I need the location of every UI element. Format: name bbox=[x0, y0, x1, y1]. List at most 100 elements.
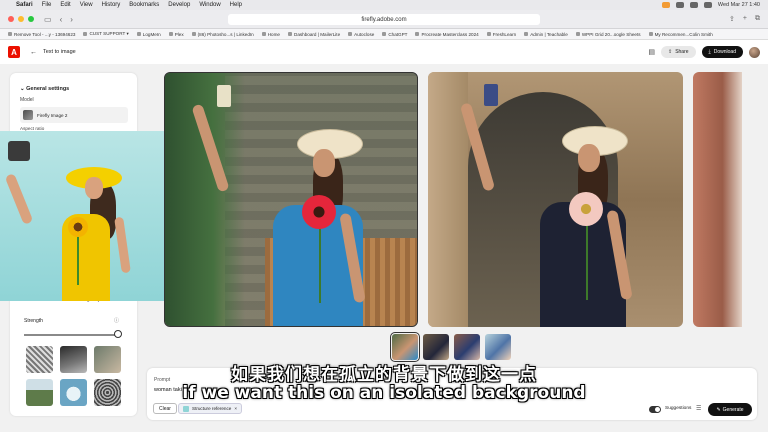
camera-shape bbox=[8, 141, 30, 161]
back-to-text-to-image[interactable]: Text to image bbox=[43, 49, 76, 55]
bookmark-item[interactable]: Procreate Masterclass 2024 bbox=[415, 32, 479, 37]
info-icon[interactable]: ⓘ bbox=[114, 317, 119, 324]
feedback-icon[interactable]: ▤ bbox=[648, 48, 655, 56]
reference-thumbnail bbox=[183, 405, 189, 412]
model-label: Model bbox=[20, 97, 34, 103]
model-select[interactable]: Firefly Image 2 bbox=[20, 107, 128, 123]
menu-safari[interactable]: Safari bbox=[16, 2, 33, 8]
bookmark-item[interactable]: Plex bbox=[168, 32, 184, 37]
menu-edit[interactable]: Edit bbox=[60, 2, 70, 8]
figure-face bbox=[578, 144, 600, 172]
generate-label: Generate bbox=[722, 406, 744, 413]
header-actions: ▤ ⇪ Share ⤓ Download bbox=[648, 46, 760, 58]
general-settings-title: General settings bbox=[26, 86, 70, 92]
close-window-button[interactable] bbox=[8, 16, 14, 22]
figure-arm bbox=[4, 173, 34, 225]
status-icon[interactable] bbox=[675, 2, 684, 8]
bookmark-item[interactable]: CUST SUPPORT ▾ bbox=[83, 31, 129, 37]
url-text: firefly.adobe.com bbox=[361, 16, 407, 23]
phone-shape bbox=[484, 84, 498, 106]
strength-slider-handle[interactable] bbox=[114, 330, 122, 338]
menu-help[interactable]: Help bbox=[230, 2, 242, 8]
address-bar[interactable]: firefly.adobe.com bbox=[228, 14, 540, 25]
zoom-window-button[interactable] bbox=[28, 16, 34, 22]
model-value: Firefly Image 2 bbox=[37, 112, 68, 118]
strength-slider[interactable] bbox=[24, 334, 118, 336]
download-icon: ⤓ bbox=[708, 49, 711, 55]
bookmark-item[interactable]: Remove Tool - ...y - 13694623 bbox=[8, 32, 75, 37]
structure-reference-preview bbox=[0, 131, 189, 301]
avatar[interactable] bbox=[749, 46, 760, 58]
structure-reference-chip[interactable]: Structure reference × bbox=[178, 403, 243, 414]
adobe-logo-icon[interactable]: A bbox=[8, 46, 20, 58]
sunflower bbox=[68, 217, 88, 237]
settings-sliders-icon[interactable]: ☰ bbox=[696, 405, 701, 412]
status-icon[interactable] bbox=[689, 2, 698, 8]
back-arrow-icon[interactable]: ‹ bbox=[60, 15, 63, 24]
download-button[interactable]: ⤓ Download bbox=[701, 46, 743, 58]
bookmark-item[interactable]: My Recommen...Colin Smith bbox=[648, 32, 713, 37]
share-button[interactable]: ⇪ Share bbox=[660, 46, 696, 58]
bookmarks-bar: Remove Tool - ...y - 13694623 CUST SUPPO… bbox=[0, 29, 768, 40]
wifi-icon[interactable] bbox=[703, 2, 712, 8]
menu-view[interactable]: View bbox=[80, 2, 93, 8]
back-arrow-icon[interactable]: ← bbox=[30, 49, 37, 56]
menubar-clock[interactable]: Wed Mar 27 1:40 bbox=[718, 2, 760, 8]
figure-arm bbox=[114, 216, 131, 274]
variation-thumbnail-1[interactable] bbox=[390, 332, 420, 362]
strength-label: Strength bbox=[24, 318, 43, 324]
generate-icon: ✎ bbox=[716, 406, 721, 413]
menu-window[interactable]: Window bbox=[199, 2, 220, 8]
structure-reference-label: Structure reference bbox=[192, 406, 232, 411]
model-thumbnail bbox=[23, 110, 33, 120]
browser-toolbar: ▭ ‹ › firefly.adobe.com ⇪ + ⧉ bbox=[0, 10, 768, 29]
suggestions-label: Suggestions bbox=[665, 406, 692, 411]
bookmark-item[interactable]: ChatGPT bbox=[382, 32, 407, 37]
clear-button[interactable]: Clear bbox=[153, 403, 177, 414]
bookmark-item[interactable]: Admin | Teachable bbox=[524, 32, 568, 37]
bookmark-item[interactable]: LogMeIn bbox=[136, 32, 161, 37]
bookmark-item[interactable]: Autoclose bbox=[348, 32, 374, 37]
forward-arrow-icon[interactable]: › bbox=[70, 15, 73, 24]
variation-thumbnail-3[interactable] bbox=[454, 334, 480, 360]
download-label: Download bbox=[713, 49, 736, 55]
bookmark-item[interactable]: Home bbox=[261, 32, 280, 37]
menu-history[interactable]: History bbox=[102, 2, 121, 8]
generated-image-3[interactable] bbox=[693, 72, 742, 327]
subtitle-chinese: 如果我们想在孤立的背景下做到这一点 bbox=[231, 365, 537, 385]
share-label: Share bbox=[675, 49, 689, 55]
app-header: A ← Text to image ▤ ⇪ Share ⤓ Download bbox=[0, 40, 768, 64]
close-icon[interactable]: × bbox=[234, 406, 237, 411]
share-icon: ⇪ bbox=[667, 49, 673, 55]
generate-button[interactable]: ✎ Generate bbox=[708, 403, 752, 416]
bookmark-item[interactable]: WPPI Grid 20...oogle Sheets bbox=[575, 32, 641, 37]
bookmark-item[interactable]: Dashboard | MailerLite bbox=[288, 32, 340, 37]
general-settings-toggle[interactable]: ⌄ General settings bbox=[20, 86, 69, 92]
subtitle-english: if we want this on an isolated backgroun… bbox=[182, 383, 586, 403]
figure-face bbox=[313, 149, 335, 177]
status-app-icon[interactable] bbox=[661, 2, 670, 8]
gerbera-flower bbox=[569, 192, 603, 226]
minimize-window-button[interactable] bbox=[18, 16, 24, 22]
toolbar-actions: ⇪ + ⧉ bbox=[729, 15, 760, 23]
gerbera-flower bbox=[302, 195, 336, 229]
menu-file[interactable]: File bbox=[42, 2, 52, 8]
phone-shape bbox=[217, 85, 231, 107]
tab-overview-icon[interactable]: ⧉ bbox=[755, 15, 760, 23]
generated-image-1[interactable] bbox=[164, 72, 418, 327]
variation-thumbnail-2[interactable] bbox=[423, 334, 449, 360]
menu-develop[interactable]: Develop bbox=[168, 2, 190, 8]
new-tab-icon[interactable]: + bbox=[743, 15, 747, 23]
suggestions-toggle[interactable] bbox=[649, 406, 661, 413]
sidebar-toggle-icon[interactable]: ▭ bbox=[44, 15, 52, 24]
bookmark-item[interactable]: FreshLearn bbox=[486, 32, 516, 37]
flower-stem bbox=[586, 220, 588, 300]
share-icon[interactable]: ⇪ bbox=[729, 15, 735, 23]
bookmark-item[interactable]: (86) Photosho...s | LinkedIn bbox=[191, 32, 254, 37]
variation-thumbnails bbox=[390, 332, 511, 362]
flower-stem bbox=[77, 235, 79, 285]
variation-thumbnail-4[interactable] bbox=[485, 334, 511, 360]
generated-image-2[interactable] bbox=[428, 72, 683, 327]
menu-bookmarks[interactable]: Bookmarks bbox=[129, 2, 159, 8]
macos-menu-bar: Safari File Edit View History Bookmarks … bbox=[0, 0, 768, 10]
